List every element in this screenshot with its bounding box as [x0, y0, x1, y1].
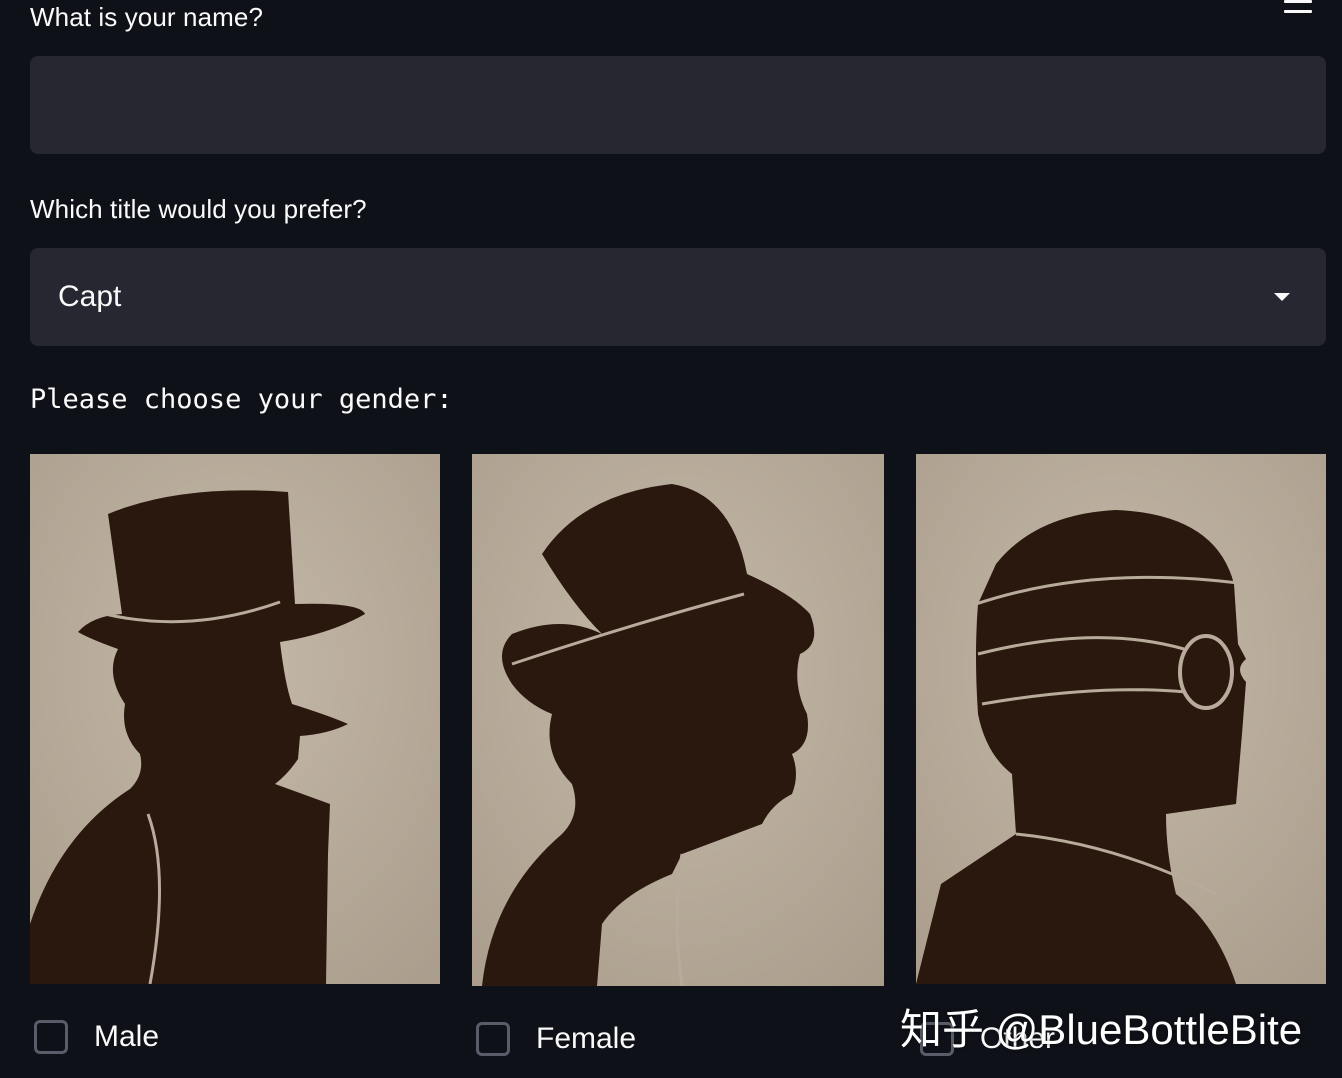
gender-label-female: Female [536, 1022, 637, 1055]
checkbox-unchecked-icon[interactable] [476, 1022, 510, 1056]
gender-option-female[interactable]: Female [476, 1022, 636, 1056]
male-silhouette-drawing [30, 454, 440, 984]
name-input[interactable] [30, 56, 1326, 154]
watermark-text: 知乎 @BlueBottleBite [900, 1006, 1303, 1053]
female-silhouette-image [472, 454, 884, 986]
gender-label-male: Male [94, 1020, 160, 1053]
title-label: Which title would you prefer? [30, 194, 367, 224]
title-select[interactable]: Capt [30, 248, 1326, 346]
male-silhouette-image [30, 454, 440, 984]
name-label: What is your name? [30, 2, 264, 32]
hamburger-menu-icon[interactable] [1284, 0, 1312, 16]
title-select-value: Capt [58, 280, 122, 313]
checkbox-unchecked-icon[interactable] [34, 1020, 68, 1054]
female-silhouette-drawing [472, 454, 884, 986]
gender-option-male[interactable]: Male [34, 1020, 159, 1054]
other-silhouette-image [916, 454, 1326, 984]
gender-prompt: Please choose your gender: [30, 384, 453, 415]
caret-down-icon[interactable] [1274, 293, 1290, 301]
other-silhouette-drawing [916, 454, 1326, 984]
